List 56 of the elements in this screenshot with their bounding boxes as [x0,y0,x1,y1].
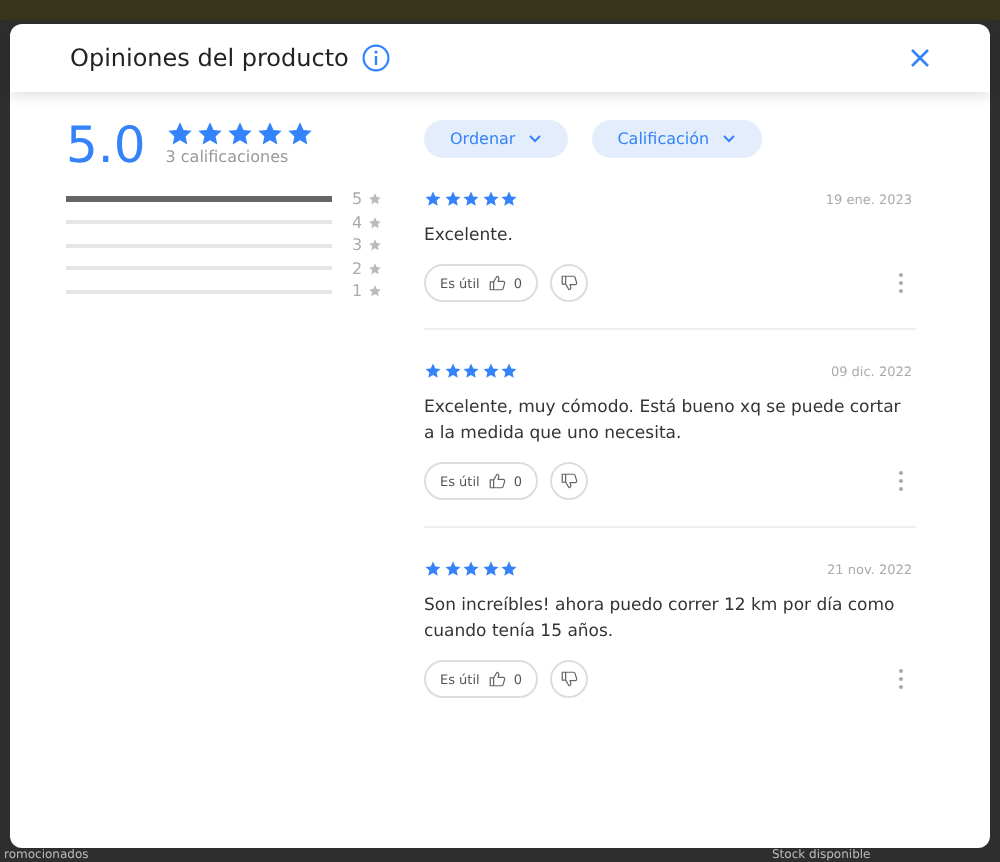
star-icon [481,190,499,208]
star-icon [424,190,442,208]
star-icon [368,215,382,230]
more-button[interactable] [898,272,904,294]
star-icon [443,560,461,578]
dislike-button[interactable] [549,660,588,698]
more-icon [898,668,904,690]
star-icon [500,362,518,380]
star-icon [195,120,224,148]
star-level-label: 4 [352,213,365,232]
thumbs-up-icon [487,274,506,292]
chevron-icon [721,134,736,144]
star-icon [368,238,382,253]
star-icon [165,120,194,148]
info-icon[interactable] [362,44,391,72]
star-icon [481,362,499,380]
star-icon [368,284,382,299]
star-icon [368,261,382,276]
star-icon [500,190,518,208]
close-icon [910,48,930,68]
star-icon [481,560,499,578]
star-level-label: 5 [352,190,365,209]
star-icon [255,120,284,148]
average-rating: 5.0 [66,120,146,172]
star-icon [462,362,480,380]
review-text: Son increíbles! ahora puedo correr 12 km por día como cuando tenía 15 años. [424,594,897,646]
close-button[interactable] [910,48,930,68]
more-button[interactable] [898,470,904,492]
more-icon [898,272,904,294]
star-icon [443,190,461,208]
star-icon [500,560,518,578]
thumbs-down-icon [559,472,578,490]
star-icon [462,560,480,578]
review-text: Excelente, muy cómodo. Está bueno xq se puede cortar a la medida que uno necesita. [424,396,903,448]
star-level-label: 1 [352,282,365,301]
thumbs-up-icon [487,472,506,490]
dislike-button[interactable] [549,462,588,500]
review-text: Excelente. [424,224,515,250]
star-icon [424,362,442,380]
thumbs-down-icon [559,670,578,688]
star-icon [443,362,461,380]
dialog-title: Opiniones del producto [70,44,349,72]
thumbs-down-icon [559,274,578,292]
star-icon [368,192,382,207]
star-icon [424,560,442,578]
star-level-label: 2 [352,259,365,278]
more-button[interactable] [898,668,904,690]
chevron-icon [527,134,542,144]
star-level-label: 3 [352,236,365,255]
dislike-button[interactable] [549,264,588,302]
star-icon [225,120,254,148]
star-icon [285,120,314,148]
star-icon [462,190,480,208]
ratings-count: 3 calificaciones [165,148,291,166]
more-icon [898,470,904,492]
thumbs-up-icon [487,670,506,688]
